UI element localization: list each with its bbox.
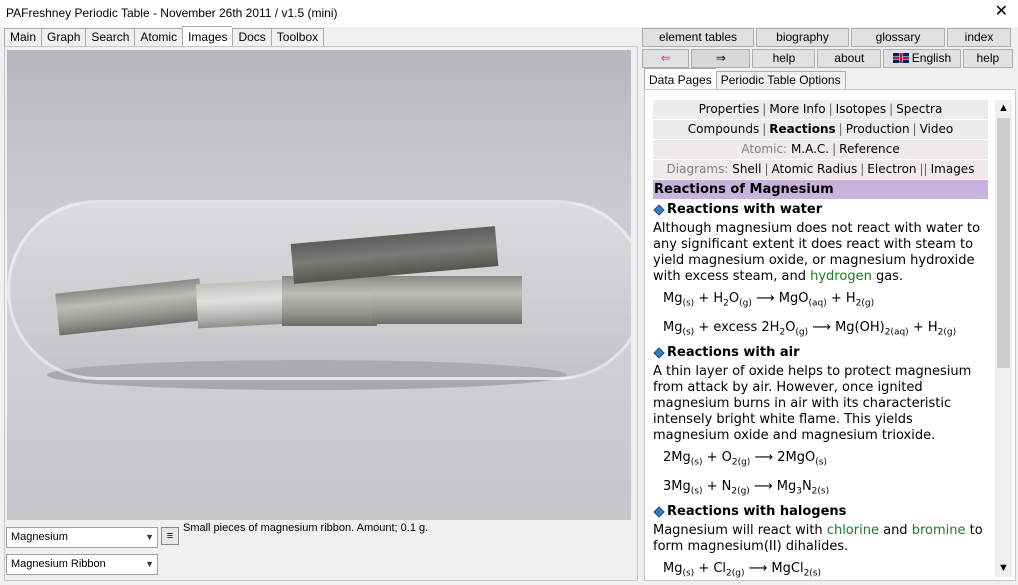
nav-atomic-radius[interactable]: Atomic Radius xyxy=(772,162,858,176)
data-page-panel: Properties | More Info | Isotopes | Spectra Co… xyxy=(644,89,1016,581)
equation: Mg(s) + excess 2H2O(g) ⟶ Mg(OH)2(aq) + H… xyxy=(663,319,957,338)
section-heading-air: Reactions with air xyxy=(653,344,988,362)
title-bar: PAFreshney Periodic Table - November 26t… xyxy=(0,0,1018,27)
page-title: Reactions of Magnesium xyxy=(653,180,988,199)
nav-diagrams-label: Diagrams: xyxy=(666,162,729,176)
tab-atomic[interactable]: Atomic xyxy=(134,28,183,47)
nav-production[interactable]: Production xyxy=(846,122,910,136)
nav-shell[interactable]: Shell xyxy=(732,162,761,176)
help-button[interactable]: help xyxy=(752,49,816,68)
data-page-content: Properties | More Info | Isotopes | Spectra Co… xyxy=(653,100,988,580)
section-heading-water: Reactions with water xyxy=(653,201,988,219)
nav-video[interactable]: Video xyxy=(920,122,954,136)
element-select-value: Magnesium xyxy=(11,531,68,543)
nav-more-info[interactable]: More Info xyxy=(769,102,825,116)
help-button-2[interactable]: help xyxy=(962,49,1013,68)
tab-toolbox[interactable]: Toolbox xyxy=(270,28,325,47)
link-chlorine[interactable]: chlorine xyxy=(827,523,879,538)
nav-row-compounds: Compounds | Reactions | Production | Video xyxy=(653,120,988,139)
arrow-left-icon: ⇐ xyxy=(660,51,671,65)
nav-row-diagrams: Diagrams: Shell | Atomic Radius | Electron ||… xyxy=(653,160,988,179)
uk-flag-icon xyxy=(892,53,909,63)
tab-docs[interactable]: Docs xyxy=(232,28,271,47)
right-button-bar: element tables biography glossary index … xyxy=(642,28,1013,70)
nav-properties[interactable]: Properties xyxy=(699,102,760,116)
tab-main[interactable]: Main xyxy=(4,28,42,47)
language-button[interactable]: English xyxy=(883,49,961,68)
element-select[interactable]: Magnesium ▼ xyxy=(6,527,158,548)
section-text-water: Although magnesium does not react with w… xyxy=(653,221,988,285)
arrow-right-icon: ⇒ xyxy=(715,51,726,65)
link-hydrogen[interactable]: hydrogen xyxy=(810,269,872,284)
cube-bullet-icon xyxy=(653,347,665,359)
chevron-up-icon[interactable]: ▲ xyxy=(995,100,1012,117)
cube-bullet-icon xyxy=(653,506,665,519)
nav-mac[interactable]: M.A.C. xyxy=(791,142,829,156)
about-button[interactable]: about xyxy=(817,49,882,68)
text: gas. xyxy=(871,269,904,284)
magnesium-ribbon-photo xyxy=(7,50,631,520)
equation: Mg(s) + Cl2(g) ⟶ MgCl2(s) xyxy=(663,561,822,579)
tab-data-pages[interactable]: Data Pages xyxy=(644,68,716,90)
section-text-halogens: Magnesium will react with chlorine and b… xyxy=(653,523,988,555)
chevron-down-icon[interactable]: ▼ xyxy=(995,560,1012,577)
index-button[interactable]: index xyxy=(947,28,1011,47)
left-tab-bar: Main Graph Search Atomic Images Docs Too… xyxy=(4,26,325,47)
right-tab-bar: Data Pages Periodic Table Options xyxy=(644,68,846,90)
image-caption: Small pieces of magnesium ribbon. Amount… xyxy=(183,522,429,534)
nav-images[interactable]: Images xyxy=(931,162,975,176)
section-title: Reactions with halogens xyxy=(667,504,847,520)
glossary-button[interactable]: glossary xyxy=(851,28,945,47)
tab-search[interactable]: Search xyxy=(85,28,135,47)
link-bromine[interactable]: bromine xyxy=(912,523,966,538)
vertical-scrollbar[interactable]: ▲ ▼ xyxy=(995,100,1012,577)
section-text-air: A thin layer of oxide helps to protect m… xyxy=(653,364,972,444)
biography-button[interactable]: biography xyxy=(756,28,849,47)
image-select[interactable]: Magnesium Ribbon ▼ xyxy=(6,554,158,575)
forward-button[interactable]: ⇒ xyxy=(691,49,751,68)
text: Magnesium will react with xyxy=(653,523,827,539)
ribbon-piece xyxy=(372,276,522,324)
back-button[interactable]: ⇐ xyxy=(642,49,690,68)
section-title: Reactions with water xyxy=(667,202,823,217)
section-heading-halogens: Reactions with halogens xyxy=(653,503,988,521)
scroll-thumb[interactable] xyxy=(997,118,1010,368)
equation: Mg(s) + H2O(g) ⟶ MgO(aq) + H2(g) xyxy=(663,291,875,309)
equation: 2Mg(s) + O2(g) ⟶ 2MgO(s) xyxy=(663,450,827,468)
nav-reference[interactable]: Reference xyxy=(839,142,899,156)
ribbon-piece xyxy=(195,279,289,329)
close-icon[interactable]: ✕ xyxy=(995,3,1008,21)
equation: 3Mg(s) + N2(g) ⟶ Mg3N2(s) xyxy=(663,478,830,497)
notes-icon[interactable]: ≡ xyxy=(161,527,179,545)
tab-images[interactable]: Images xyxy=(182,26,233,47)
element-tables-button[interactable]: element tables xyxy=(642,28,754,47)
chevron-down-icon: ▼ xyxy=(145,532,154,542)
language-label: English xyxy=(911,51,952,65)
nav-atomic-label: Atomic: xyxy=(741,142,788,156)
window-title: PAFreshney Periodic Table - November 26t… xyxy=(6,6,338,20)
nav-isotopes[interactable]: Isotopes xyxy=(836,102,886,116)
image-panel: Small pieces of magnesium ribbon. Amount… xyxy=(4,46,638,581)
nav-row-atomic: Atomic: M.A.C. | Reference xyxy=(653,140,988,159)
nav-spectra[interactable]: Spectra xyxy=(896,102,942,116)
section-title: Reactions with air xyxy=(667,345,800,361)
chevron-down-icon: ▼ xyxy=(145,559,154,569)
tab-periodic-table-options[interactable]: Periodic Table Options xyxy=(715,71,846,90)
tab-graph[interactable]: Graph xyxy=(41,28,86,47)
text: and xyxy=(878,523,912,539)
nav-electron[interactable]: Electron xyxy=(867,162,916,176)
nav-row-properties: Properties | More Info | Isotopes | Spectra xyxy=(653,100,988,119)
nav-reactions[interactable]: Reactions xyxy=(769,122,835,136)
image-select-value: Magnesium Ribbon xyxy=(11,558,106,570)
cube-bullet-icon xyxy=(653,204,665,216)
nav-compounds[interactable]: Compounds xyxy=(688,122,759,136)
